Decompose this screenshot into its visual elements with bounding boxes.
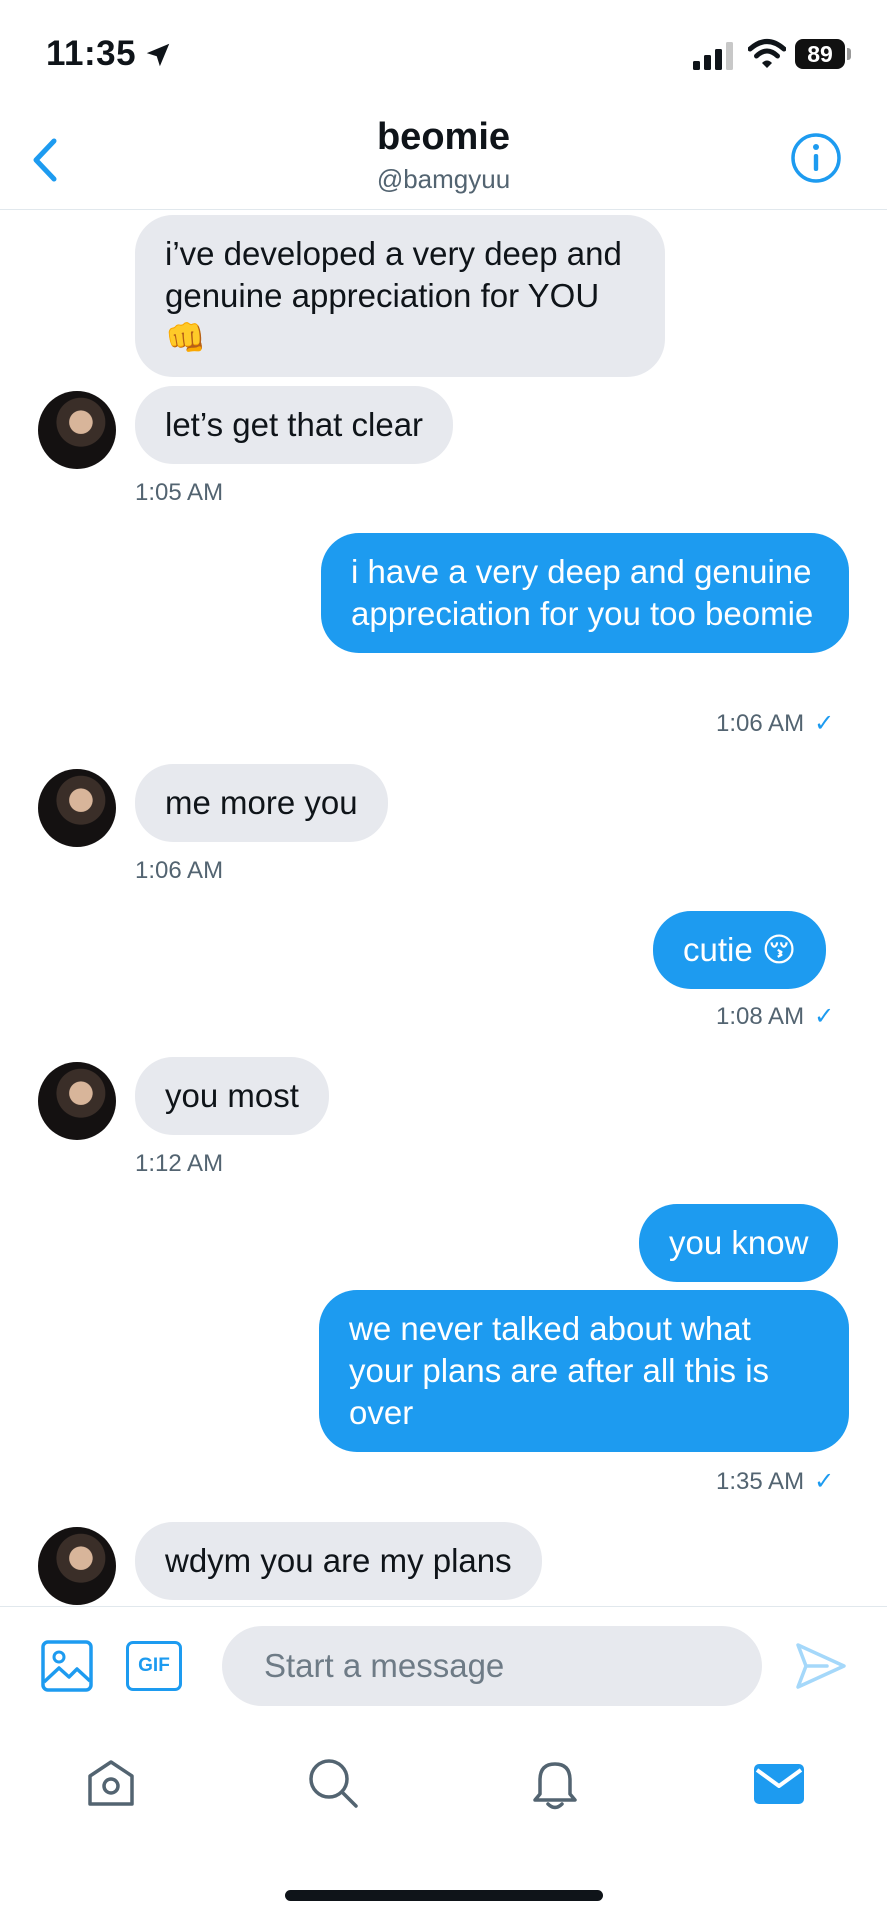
location-arrow-icon: [146, 43, 170, 67]
send-icon[interactable]: [795, 1642, 847, 1690]
avatar[interactable]: [38, 769, 116, 847]
home-indicator[interactable]: [285, 1890, 603, 1901]
image-icon[interactable]: [40, 1639, 94, 1693]
incoming-message[interactable]: let’s get that clear: [135, 386, 454, 464]
message-list[interactable]: i’ve developed a very deep and genuine a…: [0, 211, 887, 1606]
contact-handle[interactable]: @bamgyuu: [0, 164, 887, 195]
bell-icon[interactable]: [526, 1754, 584, 1812]
gif-button[interactable]: GIF: [126, 1641, 182, 1691]
contact-name[interactable]: beomie: [0, 116, 887, 159]
status-time: 11:35: [46, 34, 137, 73]
read-check-icon: ✓: [814, 1003, 835, 1030]
read-check-icon: ✓: [814, 1468, 835, 1495]
avatar[interactable]: [38, 1527, 116, 1605]
search-icon[interactable]: [304, 1754, 362, 1812]
wifi-icon: [748, 39, 786, 68]
read-check-icon: ✓: [814, 710, 835, 737]
home-icon[interactable]: [82, 1754, 140, 1812]
timestamp: 1:08 AM: [716, 1003, 805, 1030]
incoming-message[interactable]: me more you: [135, 764, 388, 842]
avatar[interactable]: [38, 391, 116, 469]
info-icon[interactable]: [790, 132, 842, 184]
incoming-message[interactable]: wdym you are my plans: [135, 1522, 542, 1600]
signal-icon: [693, 42, 733, 70]
timestamp-sent: 1:08 AM ✓: [716, 1002, 834, 1031]
conversation-header: beomie @bamgyuu: [0, 110, 887, 210]
avatar[interactable]: [38, 1062, 116, 1140]
timestamp: 1:12 AM: [135, 1150, 224, 1177]
battery-indicator: 89: [795, 39, 845, 69]
timestamp: 1:06 AM: [716, 710, 805, 737]
timestamp: 1:05 AM: [135, 479, 224, 506]
message-composer: GIF: [0, 1606, 887, 1726]
outgoing-message[interactable]: cutie 😚: [653, 911, 827, 989]
outgoing-message[interactable]: i have a very deep and genuine appreciat…: [321, 533, 849, 653]
mail-icon[interactable]: [750, 1754, 808, 1812]
battery-cap: [847, 48, 851, 60]
timestamp-sent: 1:06 AM ✓: [716, 709, 834, 738]
timestamp-sent: 1:35 AM ✓: [716, 1467, 834, 1496]
timestamp: 1:06 AM: [135, 857, 224, 884]
outgoing-message[interactable]: you know: [639, 1204, 839, 1282]
incoming-message[interactable]: i’ve developed a very deep and genuine a…: [135, 215, 665, 377]
timestamp: 1:35 AM: [716, 1468, 805, 1495]
incoming-message[interactable]: you most: [135, 1057, 329, 1135]
status-bar: 11:35 89: [0, 0, 887, 110]
message-input[interactable]: [222, 1626, 762, 1706]
outgoing-message[interactable]: we never talked about what your plans ar…: [319, 1290, 849, 1452]
